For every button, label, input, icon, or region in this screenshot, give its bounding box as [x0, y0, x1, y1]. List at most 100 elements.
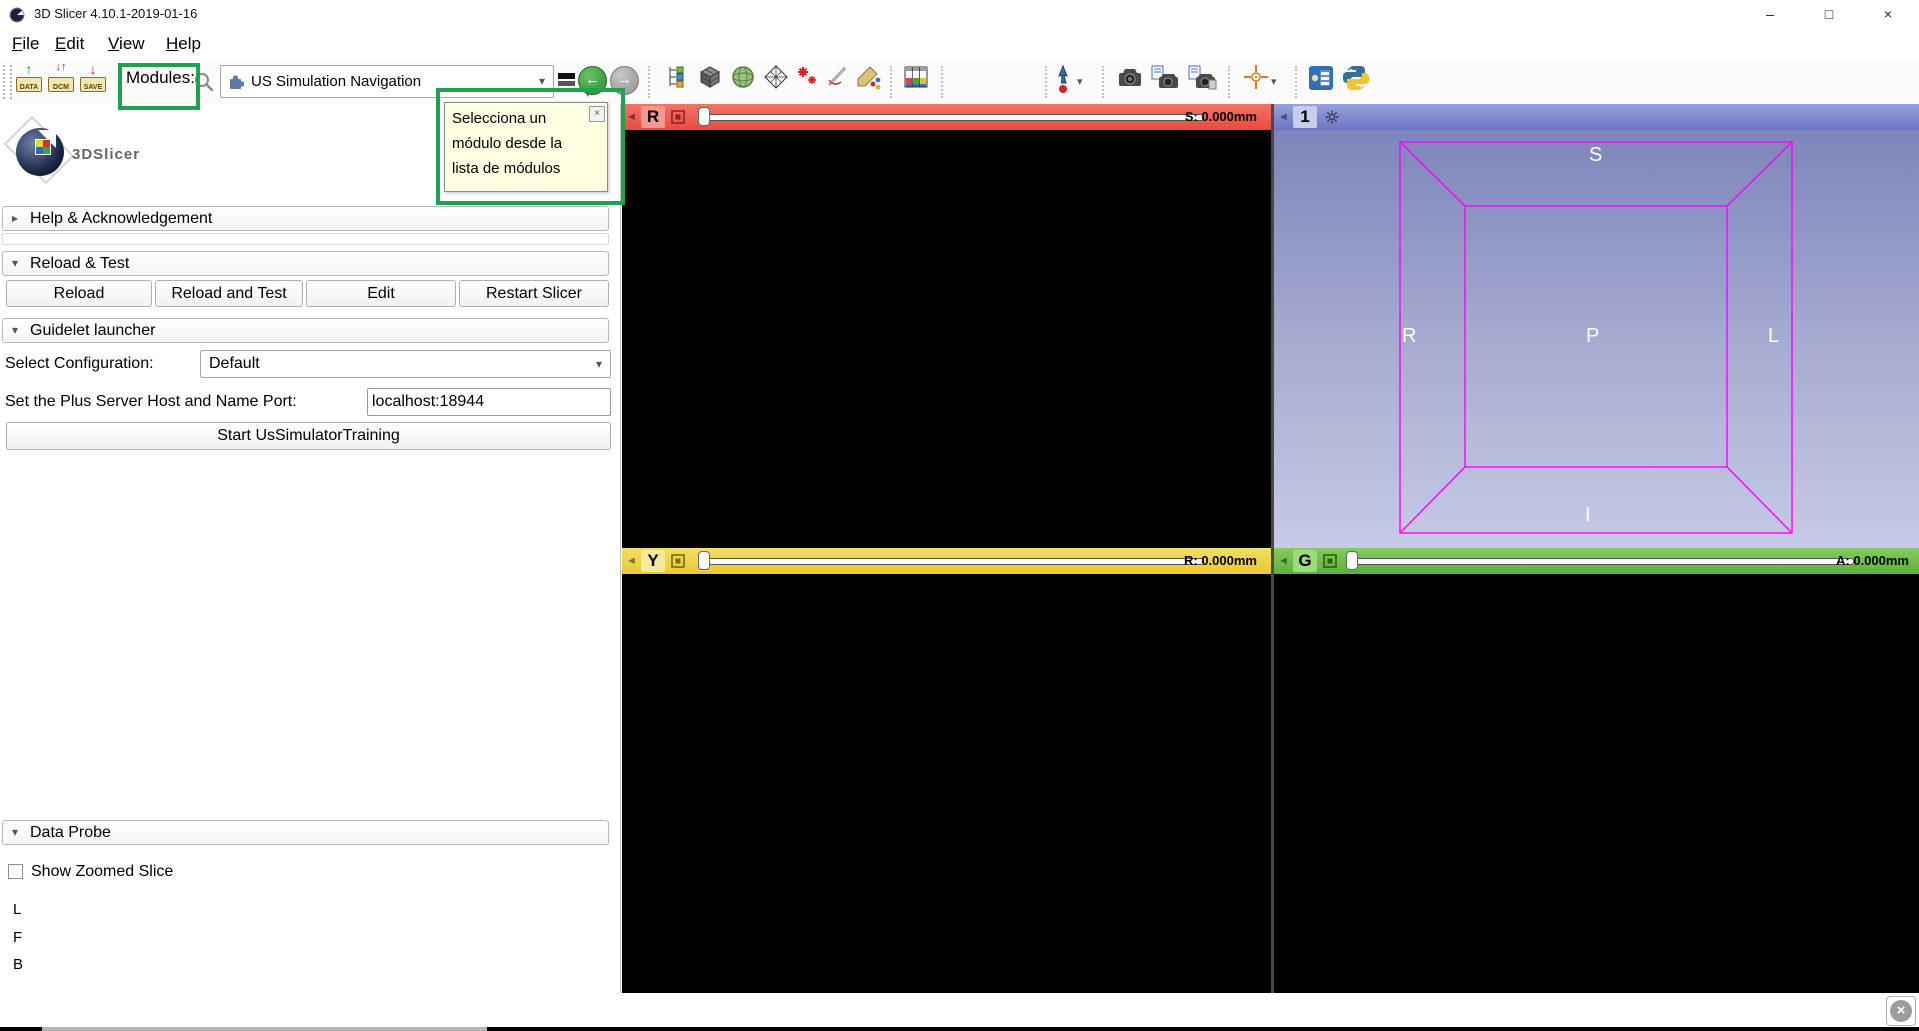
dcm-label: DCM	[48, 84, 74, 91]
orientation-label-inferior: I	[1585, 504, 1591, 527]
window-title: 3D Slicer 4.10.1-2019-01-16	[34, 0, 197, 28]
scene-view-restore-icon[interactable]	[1187, 64, 1217, 90]
python-console-icon[interactable]	[1341, 64, 1371, 92]
taskbar-edge-dark	[487, 1027, 1919, 1031]
mouse-interaction-mode-icon[interactable]	[1053, 64, 1073, 94]
yellow-slice-view[interactable]	[622, 574, 1271, 993]
extensions-manager-icon[interactable]	[1308, 64, 1334, 92]
tooltip-line: módulo desde la	[452, 131, 603, 156]
status-bar: ×	[0, 993, 1919, 1031]
toolbar-grip[interactable]	[3, 65, 12, 99]
module-history-button[interactable]	[558, 73, 575, 88]
chevron-down-icon[interactable]: ▾	[1271, 75, 1277, 88]
chevron-down-icon[interactable]: ▾	[1077, 75, 1083, 88]
menu-help[interactable]: Help	[161, 28, 206, 60]
section-guidelet-launcher[interactable]: ▾ Guidelet launcher	[2, 318, 609, 343]
expanded-triangle-icon: ▾	[12, 821, 18, 844]
arrow-down-icon: ↓	[80, 61, 106, 77]
menu-file[interactable]: File	[7, 28, 44, 60]
red-slice-offset-value: S: 0.000mm	[1185, 104, 1257, 130]
models-module-icon[interactable]	[730, 64, 756, 90]
menu-edit[interactable]: Edit	[50, 28, 89, 60]
toolbar-separator	[1045, 66, 1047, 98]
tooltip-close-icon[interactable]: ×	[589, 106, 605, 122]
pushpin-icon[interactable]: ◄	[626, 548, 637, 574]
slice-visibility-icon[interactable]	[1323, 554, 1337, 568]
slice-visibility-icon[interactable]	[671, 554, 685, 568]
section-help-acknowledgement[interactable]: ▸ Help & Acknowledgement	[2, 206, 609, 231]
minimize-button[interactable]: –	[1747, 0, 1793, 28]
layout-selector-icon[interactable]	[903, 64, 929, 92]
dicom-button[interactable]: ↓↑ DCM	[48, 63, 74, 95]
toolbar: ↑ DATA ↓↑ DCM ↓ SAVE Modules: US Simulat…	[0, 60, 1919, 105]
close-button[interactable]: ×	[1865, 0, 1911, 28]
slice-visibility-icon[interactable]	[671, 110, 685, 124]
red-slice-view[interactable]	[622, 130, 1271, 548]
green-slice-slider[interactable]	[1346, 558, 1854, 565]
data-label: DATA	[16, 84, 42, 91]
menu-view[interactable]: View	[103, 28, 150, 60]
toolbar-separator	[890, 66, 892, 98]
section-data-probe[interactable]: ▾ Data Probe	[2, 820, 609, 845]
configuration-combobox[interactable]: Default ▾	[200, 350, 611, 378]
yellow-slice-slider-handle[interactable]	[698, 551, 710, 570]
section-label: Guidelet launcher	[30, 322, 155, 339]
start-ussimulatortraining-button[interactable]: Start UsSimulatorTraining	[6, 422, 611, 450]
reload-and-test-button[interactable]: Reload and Test	[155, 280, 303, 307]
yellow-slice-slider[interactable]	[698, 558, 1204, 565]
red-slice-label: R	[641, 106, 665, 128]
edit-button[interactable]: Edit	[306, 280, 456, 307]
red-slice-controller-bar: ◄ R S: 0.000mm	[622, 104, 1271, 130]
transforms-module-icon[interactable]	[763, 64, 789, 90]
reload-button[interactable]: Reload	[6, 280, 152, 307]
close-circle-icon: ×	[1890, 1000, 1912, 1022]
plus-server-input[interactable]	[367, 388, 611, 416]
load-data-button[interactable]: ↑ DATA	[16, 63, 42, 95]
green-slice-slider-handle[interactable]	[1346, 551, 1358, 570]
probe-row-f: F	[13, 929, 22, 946]
error-log-button[interactable]: ×	[1886, 996, 1916, 1026]
save-label: SAVE	[80, 84, 106, 91]
tooltip-line: lista de módulos	[452, 156, 603, 181]
restart-slicer-button[interactable]: Restart Slicer	[459, 280, 609, 307]
red-slice-slider-handle[interactable]	[698, 107, 710, 126]
maximize-button[interactable]: □	[1806, 0, 1852, 28]
volumes-module-icon[interactable]	[697, 64, 723, 90]
orientation-label-right: R	[1402, 325, 1416, 348]
show-zoomed-slice-checkbox[interactable]	[8, 864, 23, 879]
view3d-view[interactable]: S R P L I	[1274, 130, 1919, 548]
green-slice-label: G	[1293, 550, 1317, 572]
markups-module-icon[interactable]	[795, 64, 819, 90]
toolbar-separator	[941, 66, 943, 98]
view3d-label: 1	[1293, 106, 1317, 128]
crosshair-icon[interactable]	[1243, 64, 1269, 90]
editor-module-icon[interactable]	[855, 64, 881, 90]
expanded-triangle-icon: ▾	[12, 252, 18, 275]
scene-view-capture-icon[interactable]	[1150, 64, 1180, 90]
probe-row-l: L	[13, 901, 21, 918]
section-reload-test[interactable]: ▾ Reload & Test	[2, 251, 609, 276]
configuration-value: Default	[209, 355, 260, 372]
screenshot-icon[interactable]	[1117, 64, 1143, 90]
green-slice-view[interactable]	[1274, 574, 1919, 993]
section-label: Reload & Test	[30, 255, 129, 272]
spin-view-icon[interactable]	[1325, 110, 1339, 124]
plus-server-label: Set the Plus Server Host and Name Port:	[5, 388, 297, 416]
red-slice-slider[interactable]	[698, 114, 1204, 121]
expanded-triangle-icon: ▾	[12, 319, 18, 342]
collapsed-section-strip	[2, 233, 609, 245]
pushpin-icon[interactable]: ◄	[1278, 104, 1289, 130]
menu-bar: File Edit View Help	[0, 28, 1919, 60]
taskbar-edge-gray	[42, 1027, 487, 1031]
annotations-module-icon[interactable]	[825, 64, 849, 90]
probe-row-b: B	[13, 956, 23, 973]
pushpin-icon[interactable]: ◄	[1278, 548, 1289, 574]
data-module-icon[interactable]	[665, 64, 689, 90]
save-button[interactable]: ↓ SAVE	[80, 63, 106, 95]
yellow-slice-controller-bar: ◄ Y R: 0.000mm	[622, 548, 1271, 574]
title-bar: 3D Slicer 4.10.1-2019-01-16 – □ ×	[0, 0, 1919, 28]
viewport-splitter[interactable]	[1271, 104, 1274, 993]
orientation-label-left: L	[1768, 325, 1779, 348]
orientation-label-superior: S	[1589, 144, 1602, 167]
pushpin-icon[interactable]: ◄	[626, 104, 637, 130]
